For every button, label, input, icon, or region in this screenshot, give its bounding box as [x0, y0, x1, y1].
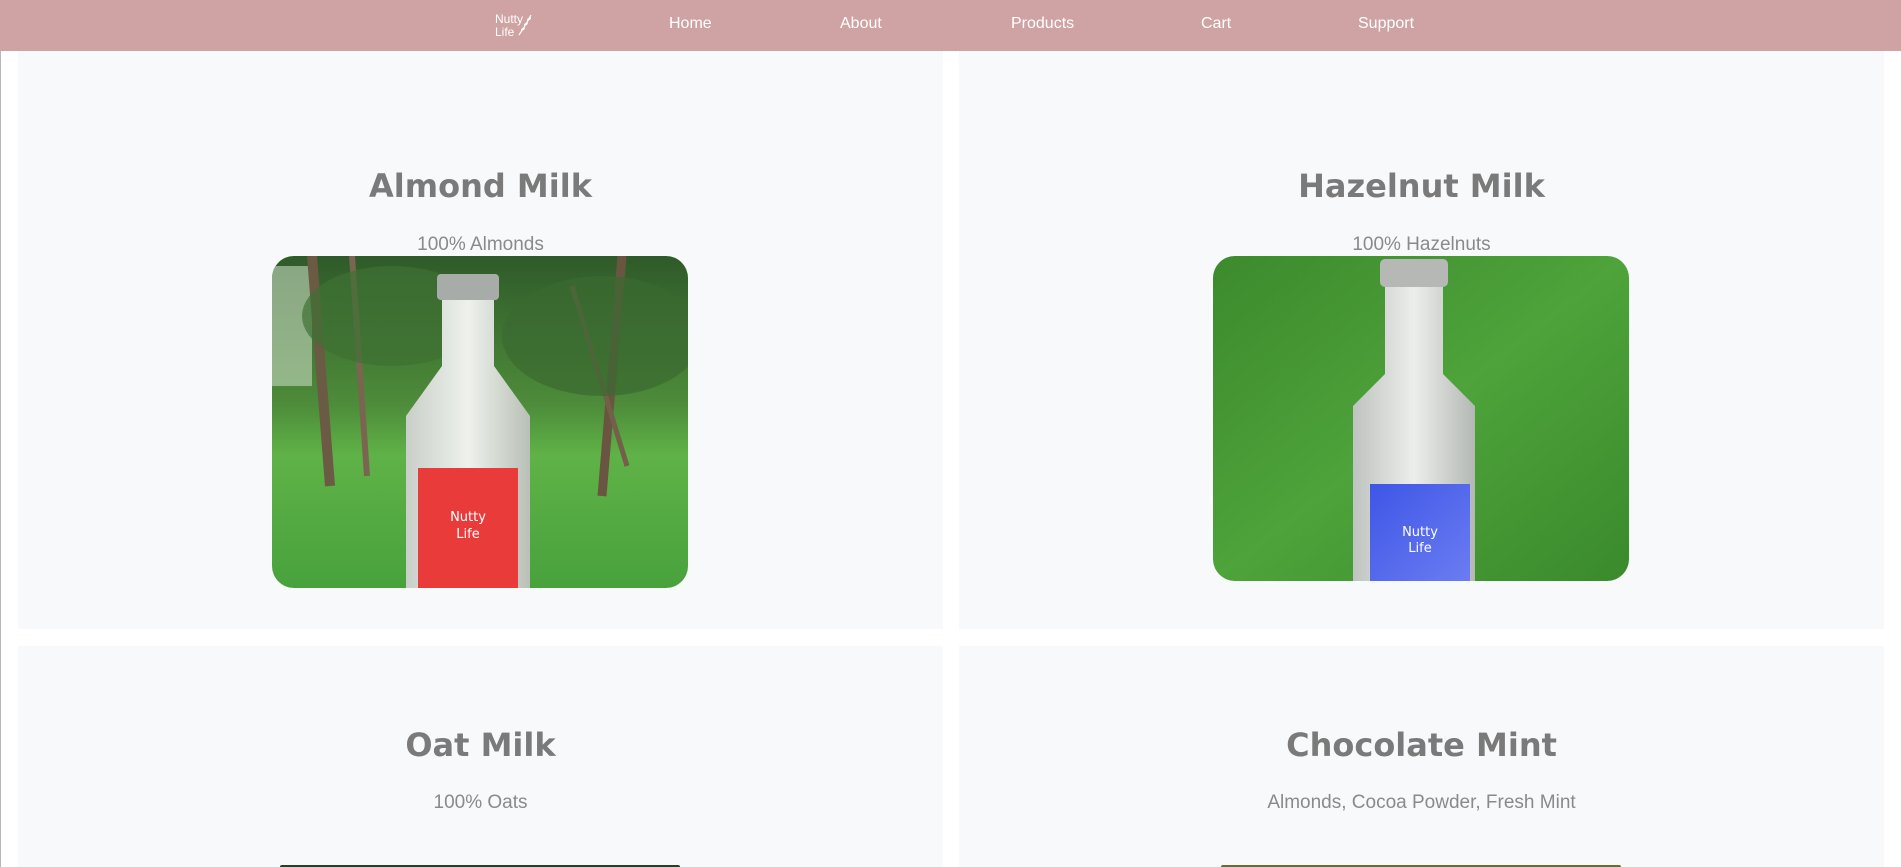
product-title: Oat Milk [405, 726, 556, 764]
svg-text:Life: Life [1408, 541, 1431, 556]
product-title: Almond Milk [369, 167, 592, 205]
product-photo-hazelnut[interactable]: Nutty Life [1213, 256, 1629, 581]
product-card-hazelnut-milk[interactable]: Hazelnut Milk 100% Hazelnuts Nutty Life [959, 51, 1884, 629]
product-photo-almond[interactable]: Nutty Life [272, 256, 688, 588]
product-card-almond-milk[interactable]: Almond Milk 100% Almonds Nutty Life [18, 51, 943, 629]
nav-home-link[interactable]: Home [669, 15, 712, 33]
product-title: Hazelnut Milk [1298, 167, 1545, 205]
product-card-chocolate-mint[interactable]: Chocolate Mint Almonds, Cocoa Powder, Fr… [959, 646, 1884, 867]
product-ingredients: 100% Almonds [417, 234, 544, 255]
window-edge [0, 0, 1, 867]
nav-products-link[interactable]: Products [1011, 15, 1074, 33]
product-ingredients: 100% Hazelnuts [1352, 234, 1491, 255]
product-ingredients: 100% Oats [433, 792, 528, 813]
product-card-oat-milk[interactable]: Oat Milk 100% Oats [18, 646, 943, 867]
nav-cart-link[interactable]: Cart [1201, 15, 1231, 33]
bottle-label-text: Nutty [450, 510, 486, 525]
brand-logo[interactable]: Nutty Life [493, 11, 537, 41]
bottle-label-text: Nutty [1402, 525, 1438, 540]
product-ingredients: Almonds, Cocoa Powder, Fresh Mint [1267, 792, 1576, 813]
nav-support-link[interactable]: Support [1358, 15, 1414, 33]
product-title: Chocolate Mint [1286, 726, 1557, 764]
logo-line-2: Life [495, 25, 515, 39]
top-navbar: Nutty Life Home About Products Cart Supp… [0, 0, 1901, 51]
leaf-icon [518, 14, 532, 36]
nav-about-link[interactable]: About [840, 15, 882, 33]
svg-text:Life: Life [456, 527, 479, 542]
